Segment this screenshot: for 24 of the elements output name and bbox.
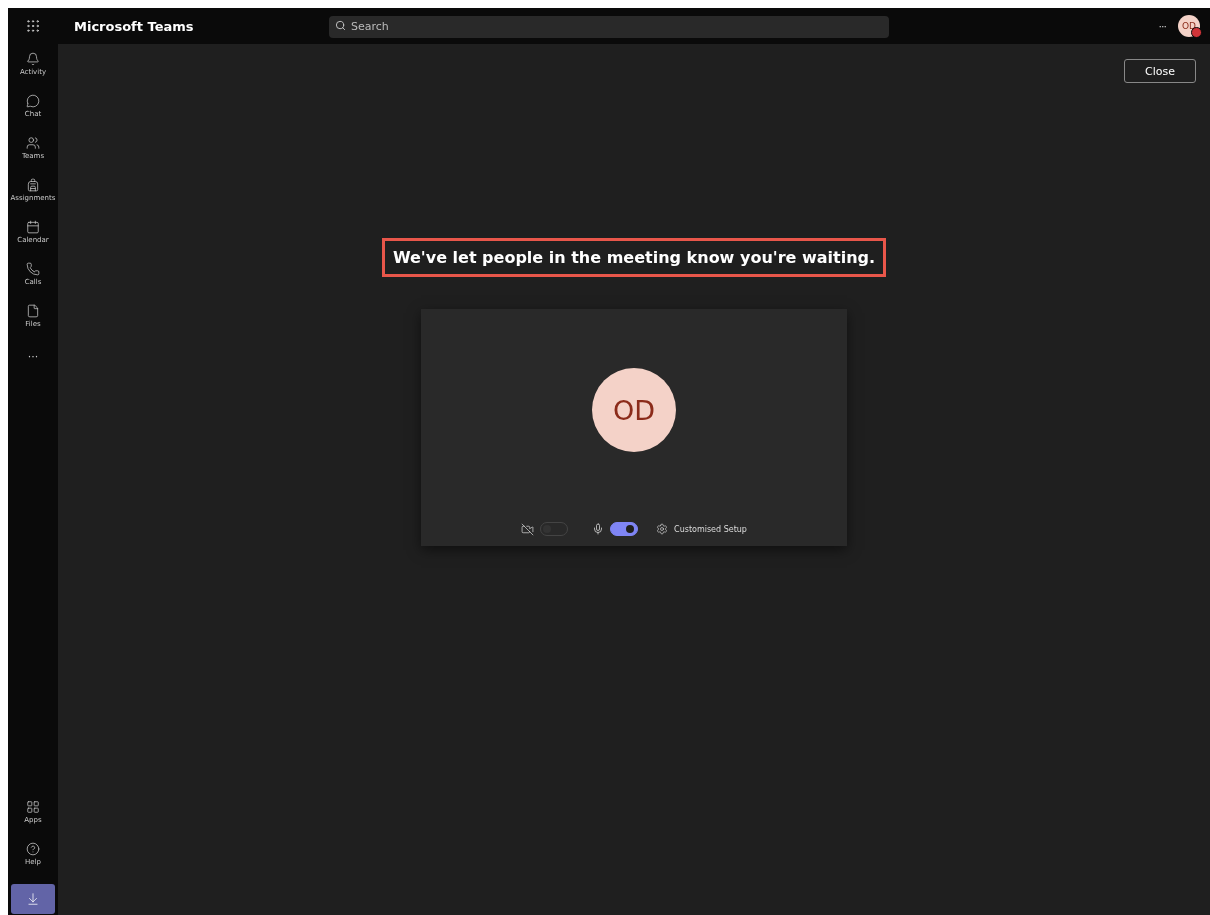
bell-icon: [26, 52, 40, 66]
settings-icon: [656, 523, 669, 535]
search-icon: [335, 20, 346, 31]
close-button[interactable]: Close: [1124, 59, 1196, 83]
camera-icon: [521, 522, 535, 536]
backpack-icon: [26, 178, 40, 192]
app-title: Microsoft Teams: [74, 18, 195, 34]
waiting-message: We've let people in the meeting know you're waiting.: [381, 238, 887, 277]
apps-icon: [26, 800, 40, 814]
people-icon: [26, 136, 40, 150]
help-icon: [26, 842, 40, 856]
app-launcher-icon[interactable]: [25, 18, 41, 34]
more-button[interactable]: ···: [1158, 19, 1166, 33]
microphone-icon: [592, 523, 605, 535]
search-field[interactable]: Search: [329, 15, 889, 38]
calendar-icon: [26, 220, 40, 234]
phone-icon: [26, 262, 40, 276]
setup-link[interactable]: Customised Setup: [674, 524, 747, 534]
file-icon: [26, 304, 40, 318]
more-apps-button[interactable]: ···: [27, 350, 39, 363]
avatar: OD: [592, 368, 676, 452]
microphone-toggle[interactable]: [610, 522, 639, 536]
download-icon: [26, 892, 40, 906]
chat-icon: [26, 94, 40, 108]
